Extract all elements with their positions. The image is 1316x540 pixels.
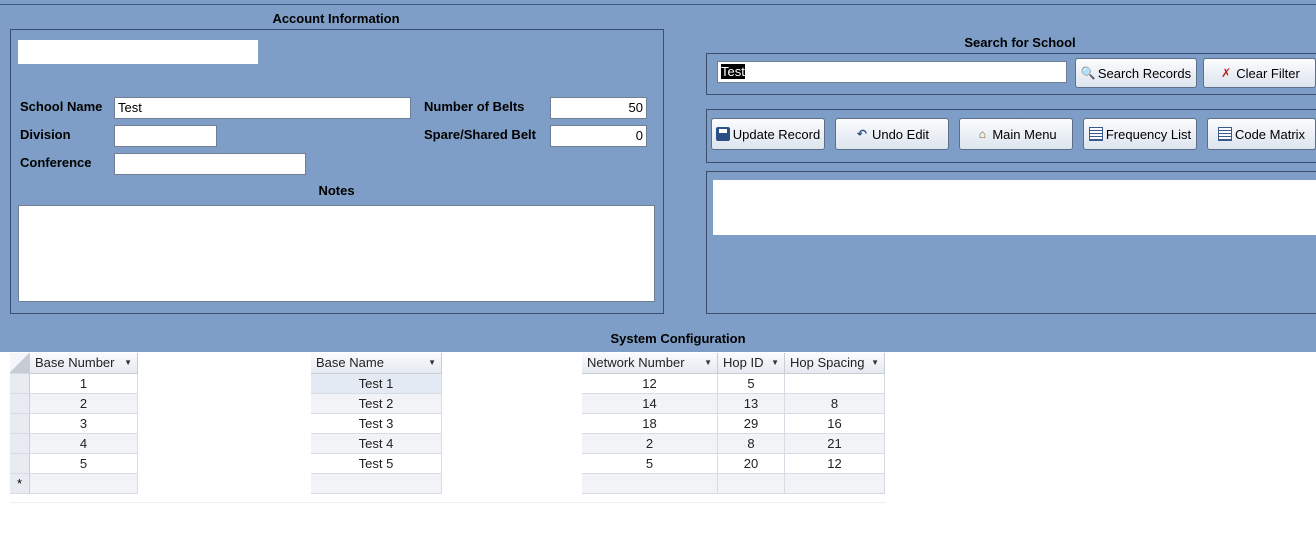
- table-cell-base-name[interactable]: Test 3: [311, 414, 442, 434]
- column-header-hop-id[interactable]: Hop ID ▼: [718, 353, 785, 374]
- table-cell-hop-spacing[interactable]: 21: [785, 434, 885, 454]
- table-cell-hop-id[interactable]: 29: [718, 414, 785, 434]
- table-cell-hop-id[interactable]: 13: [718, 394, 785, 414]
- row-selector[interactable]: [10, 374, 30, 394]
- chevron-down-icon[interactable]: ▼: [428, 353, 436, 373]
- column-header-label: Hop ID: [723, 355, 764, 370]
- table-cell-network-number[interactable]: 2: [582, 434, 718, 454]
- column-header-label: Base Number: [35, 355, 115, 370]
- table-cell-base-number[interactable]: 2: [30, 394, 138, 414]
- column-header-label: Network Number: [587, 355, 685, 370]
- table-cell-hop-spacing[interactable]: [785, 374, 885, 394]
- table-cell-base-name[interactable]: Test 5: [311, 454, 442, 474]
- table-cell-base-name[interactable]: Test 1: [311, 374, 442, 394]
- chevron-down-icon[interactable]: ▼: [124, 353, 132, 373]
- chevron-down-icon[interactable]: ▼: [871, 353, 879, 373]
- table-cell-network-number[interactable]: 18: [582, 414, 718, 434]
- new-record-cell[interactable]: [30, 474, 138, 494]
- column-header-base-name[interactable]: Base Name ▼: [311, 353, 442, 374]
- column-header-label: Hop Spacing: [790, 355, 865, 370]
- table-cell-network-number[interactable]: 14: [582, 394, 718, 414]
- row-selector[interactable]: [10, 414, 30, 434]
- row-selector[interactable]: [10, 434, 30, 454]
- row-selector[interactable]: [10, 454, 30, 474]
- column-header-label: Base Name: [316, 355, 384, 370]
- column-header-network-number[interactable]: Network Number ▼: [582, 353, 718, 374]
- row-selector[interactable]: [10, 394, 30, 414]
- table-cell-base-number[interactable]: 3: [30, 414, 138, 434]
- new-record-selector[interactable]: *: [10, 474, 30, 494]
- new-record-cell[interactable]: [718, 474, 785, 494]
- table-cell-hop-id[interactable]: 20: [718, 454, 785, 474]
- column-header-base-number[interactable]: Base Number ▼: [30, 353, 138, 374]
- new-record-cell[interactable]: [311, 474, 442, 494]
- select-all-corner[interactable]: [10, 353, 30, 374]
- table-cell-base-number[interactable]: 4: [30, 434, 138, 454]
- table-cell-network-number[interactable]: 5: [582, 454, 718, 474]
- table-cell-network-number[interactable]: 12: [582, 374, 718, 394]
- table-cell-hop-spacing[interactable]: 8: [785, 394, 885, 414]
- table-cell-base-number[interactable]: 5: [30, 454, 138, 474]
- new-record-cell[interactable]: [582, 474, 718, 494]
- system-datasheet: Base Number ▼ Base Name ▼ Network Number ▼ Hop…: [0, 0, 1316, 540]
- table-cell-base-name[interactable]: Test 4: [311, 434, 442, 454]
- table-cell-base-name[interactable]: Test 2: [311, 394, 442, 414]
- table-cell-base-number[interactable]: 1: [30, 374, 138, 394]
- column-header-hop-spacing[interactable]: Hop Spacing ▼: [785, 353, 885, 374]
- table-cell-hop-spacing[interactable]: 12: [785, 454, 885, 474]
- datasheet-footer: [10, 494, 886, 503]
- chevron-down-icon[interactable]: ▼: [771, 353, 779, 373]
- new-record-cell[interactable]: [785, 474, 885, 494]
- chevron-down-icon[interactable]: ▼: [704, 353, 712, 373]
- table-cell-hop-spacing[interactable]: 16: [785, 414, 885, 434]
- table-cell-hop-id[interactable]: 8: [718, 434, 785, 454]
- table-cell-hop-id[interactable]: 5: [718, 374, 785, 394]
